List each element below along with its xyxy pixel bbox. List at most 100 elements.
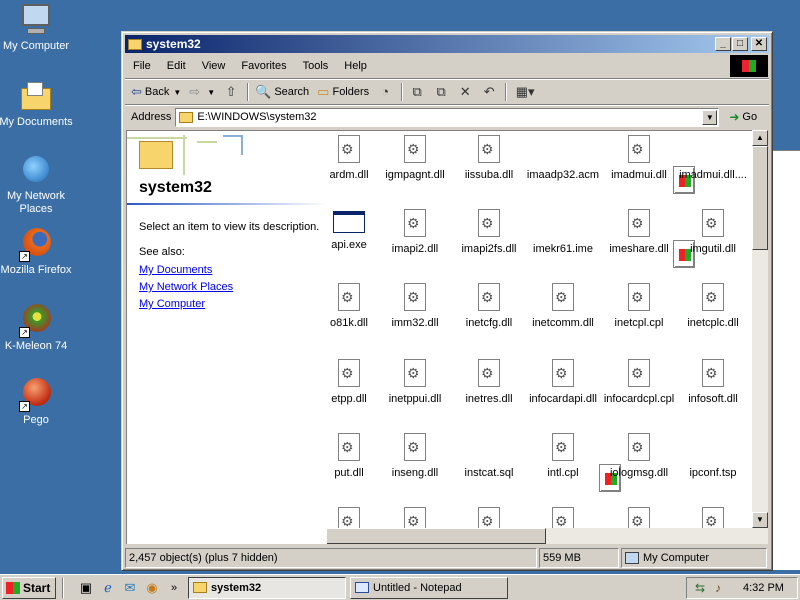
forward-arrow-icon: ⇨: [189, 84, 201, 99]
file-item[interactable]: inetcomm.dll: [525, 283, 601, 329]
scroll-thumb[interactable]: [326, 528, 546, 544]
file-item[interactable]: imapi2.dll: [377, 209, 453, 255]
desktop-icon-firefox[interactable]: ↗ Mozilla Firefox: [0, 228, 76, 277]
file-name: inetres.dll: [465, 393, 513, 405]
menu-view[interactable]: View: [194, 60, 234, 72]
search-button[interactable]: 🔍 Search: [255, 84, 309, 100]
file-item[interactable]: inetres.dll: [451, 359, 527, 405]
back-button[interactable]: ⇦ Back ▼: [131, 84, 181, 100]
folder-icon: [139, 141, 173, 169]
maximize-button[interactable]: □: [732, 37, 748, 51]
task-system32[interactable]: system32: [188, 576, 346, 599]
status-object-count: 2,457 object(s) (plus 7 hidden): [125, 548, 537, 568]
file-item[interactable]: inetcfg.dll: [451, 283, 527, 329]
standard-toolbar: ⇦ Back ▼ ⇨ ▼ ⇧ 🔍 Search ▭ Folders ◔ ⧉ ⧉ …: [125, 80, 769, 104]
delete-icon[interactable]: ✕: [457, 84, 473, 100]
menu-favorites[interactable]: Favorites: [233, 60, 294, 72]
title-bar[interactable]: system32 _ □ ✕: [125, 35, 769, 53]
file-item[interactable]: imadmui.dll: [601, 135, 677, 181]
desktop-icon-network-places[interactable]: My Network Places: [0, 154, 76, 216]
search-icon: 🔍: [255, 84, 272, 99]
address-input[interactable]: E:\WINDOWS\system32 ▼: [175, 107, 720, 127]
file-item[interactable]: instcat.sql: [451, 433, 621, 492]
file-item[interactable]: inetppui.dll: [377, 359, 453, 405]
file-item[interactable]: imgutil.dll: [675, 209, 751, 255]
file-name: imekr61.ime: [533, 243, 593, 255]
task-notepad[interactable]: Untitled - Notepad: [350, 576, 508, 599]
file-name: imapi2.dll: [391, 243, 439, 255]
link-my-computer[interactable]: My Computer: [139, 298, 205, 310]
forward-button[interactable]: ⇨ ▼: [189, 84, 215, 100]
dll-file-icon: [338, 433, 360, 461]
file-item[interactable]: imekr61.ime: [525, 209, 695, 268]
chevron-down-icon[interactable]: ▼: [702, 109, 718, 125]
address-bar: Address E:\WINDOWS\system32 ▼ ➜ Go: [125, 106, 769, 128]
menu-help[interactable]: Help: [336, 60, 375, 72]
volume-icon[interactable]: ♪: [711, 581, 725, 595]
menu-tools[interactable]: Tools: [295, 60, 337, 72]
desktop-icon-label: My Network Places: [6, 190, 66, 215]
file-name: o81k.dll: [330, 317, 368, 329]
go-button[interactable]: ➜ Go: [729, 110, 757, 124]
network-icon[interactable]: ⇆: [693, 581, 707, 595]
desktop-icon-my-documents[interactable]: My Documents: [0, 80, 76, 129]
chevron-right-icon[interactable]: »: [166, 580, 182, 596]
file-name: inseng.dll: [391, 467, 439, 479]
close-button[interactable]: ✕: [751, 37, 767, 51]
file-item[interactable]: imaadp32.acm: [525, 135, 695, 194]
see-also-label: See also:: [139, 246, 185, 258]
file-item[interactable]: infosoft.dll: [675, 359, 751, 405]
undo-icon[interactable]: ↶: [481, 84, 497, 100]
chevron-down-icon[interactable]: ▼: [207, 88, 215, 97]
start-button[interactable]: Start: [2, 576, 56, 599]
shortcut-arrow-icon: ↗: [19, 251, 30, 262]
file-item[interactable]: imadmui.dll....: [675, 135, 751, 181]
desktop-icon-label: My Documents: [0, 116, 73, 128]
link-my-network-places[interactable]: My Network Places: [139, 281, 233, 293]
toolbar-separator: [401, 83, 404, 101]
scroll-up-button[interactable]: ▲: [752, 130, 768, 146]
desktop-icon-pego[interactable]: ↗ Pego: [0, 378, 76, 427]
folders-button[interactable]: ▭ Folders: [317, 84, 369, 100]
start-label: Start: [23, 580, 51, 595]
file-item[interactable]: ipconf.tsp: [675, 433, 751, 479]
file-item[interactable]: inseng.dll: [377, 433, 453, 479]
file-item[interactable]: inetcpl.cpl: [601, 283, 677, 329]
file-item[interactable]: intl.cpl: [525, 433, 601, 479]
internet-explorer-icon[interactable]: ℯ: [100, 580, 116, 596]
chevron-down-icon[interactable]: ▼: [173, 88, 181, 97]
copy-to-icon[interactable]: ⧉: [433, 84, 449, 100]
media-icon[interactable]: ◉: [144, 580, 160, 596]
taskbar-separator: [62, 577, 64, 598]
scroll-thumb[interactable]: [752, 146, 768, 250]
desktop-icon-k-meleon[interactable]: ↗ K-Meleon 74: [0, 304, 76, 353]
minimize-button[interactable]: _: [715, 37, 731, 51]
vertical-scrollbar[interactable]: ▲ ▼: [752, 130, 768, 544]
file-item[interactable]: infocardapi.dll: [525, 359, 601, 405]
scroll-down-button[interactable]: ▼: [752, 512, 768, 528]
file-item[interactable]: imapi2fs.dll: [451, 209, 527, 255]
file-item[interactable]: imeshare.dll: [601, 209, 677, 255]
up-folder-icon[interactable]: ⇧: [223, 84, 239, 100]
outlook-express-icon[interactable]: ✉: [122, 580, 138, 596]
file-item[interactable]: igmpagnt.dll: [377, 135, 453, 181]
clock[interactable]: 4:32 PM: [743, 582, 784, 594]
show-desktop-icon[interactable]: ▣: [78, 580, 94, 596]
file-item[interactable]: iologmsg.dll: [601, 433, 677, 479]
menu-edit[interactable]: Edit: [159, 60, 194, 72]
address-label: Address: [131, 111, 172, 123]
move-to-icon[interactable]: ⧉: [409, 84, 425, 100]
desktop-icon-my-computer[interactable]: My Computer: [0, 4, 76, 53]
file-item[interactable]: iissuba.dll: [451, 135, 527, 181]
history-icon[interactable]: ◔: [377, 84, 393, 100]
views-icon[interactable]: ▦▾: [513, 84, 537, 100]
menu-file[interactable]: File: [125, 60, 159, 72]
file-item[interactable]: infocardcpl.cpl: [601, 359, 677, 405]
link-my-documents[interactable]: My Documents: [139, 264, 212, 276]
file-name: iologmsg.dll: [609, 467, 669, 479]
file-item[interactable]: inetcplc.dll: [675, 283, 751, 329]
back-label: Back: [144, 86, 170, 98]
file-item[interactable]: imm32.dll: [377, 283, 453, 329]
horizontal-scrollbar[interactable]: [326, 528, 752, 544]
shortcut-arrow-icon: ↗: [19, 327, 30, 338]
